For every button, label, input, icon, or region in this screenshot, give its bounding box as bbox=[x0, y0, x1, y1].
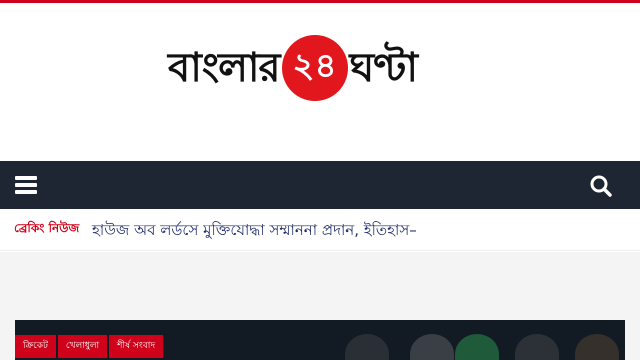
breaking-news-headline[interactable]: হাউজ অব লর্ডসে মুক্তিযোদ্ধা সম্মাননা প্র… bbox=[92, 219, 417, 244]
logo-badge-24: ২৪ bbox=[281, 35, 348, 101]
logo-text-part2: ঘণ্টা bbox=[349, 45, 418, 91]
breaking-news-bar: ব্রেকিং নিউজ হাউজ অব লর্ডসে মুক্তিযোদ্ধা… bbox=[0, 209, 640, 251]
tag-cricket[interactable]: ক্রিকেট bbox=[15, 335, 56, 358]
site-header: বাংলার ২৪ ঘণ্টা bbox=[0, 3, 640, 161]
logo-text-part1: বাংলার bbox=[168, 45, 280, 91]
search-icon[interactable] bbox=[588, 173, 614, 199]
tag-sports[interactable]: খেলাধুলা bbox=[57, 335, 108, 358]
hamburger-menu-icon[interactable] bbox=[12, 173, 40, 197]
article-category-tags: ক্রিকেট খেলাধুলা শীর্ষ সংবাদ bbox=[15, 335, 164, 358]
main-navbar bbox=[0, 161, 640, 209]
breaking-news-label: ব্রেকিং নিউজ bbox=[14, 221, 80, 235]
tag-top-news[interactable]: শীর্ষ সংবাদ bbox=[109, 335, 164, 358]
site-logo[interactable]: বাংলার ২৪ ঘণ্টা bbox=[168, 31, 472, 105]
